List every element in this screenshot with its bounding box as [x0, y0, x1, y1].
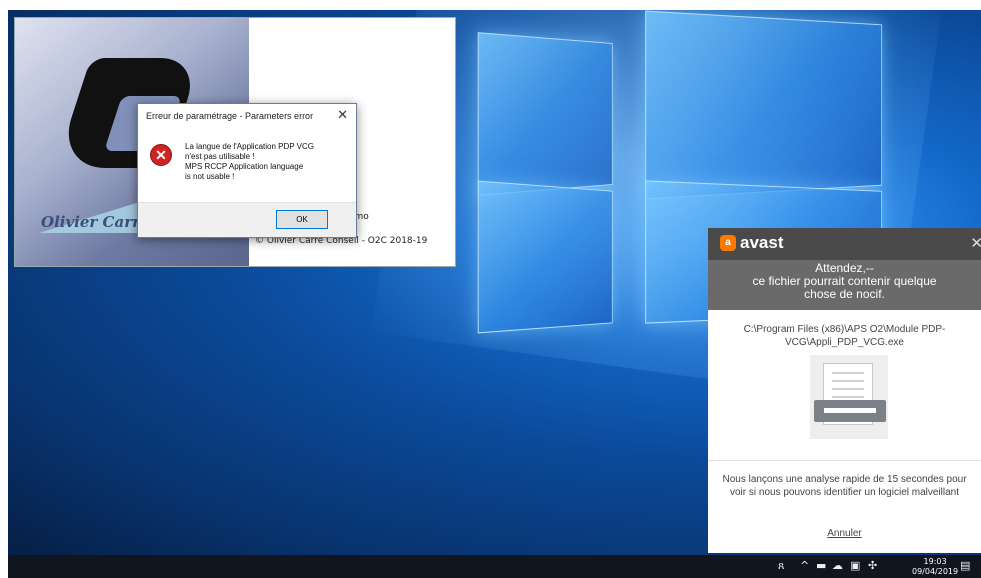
- error-dialog: Erreur de paramétrage - Parameters error…: [137, 103, 357, 238]
- network-icon[interactable]: ▣: [850, 559, 860, 572]
- dialog-close-icon[interactable]: ✕: [337, 107, 348, 123]
- avast-divider: [708, 460, 981, 461]
- avast-header: a avast ✕: [708, 228, 981, 260]
- window-pane-bottom-left: [477, 180, 613, 334]
- cloud-icon[interactable]: ☁: [832, 559, 843, 572]
- dialog-message: La langue de l'Application PDP VCG n'est…: [185, 142, 315, 181]
- document-line: [832, 372, 864, 374]
- avast-brand: avast: [740, 233, 784, 252]
- document-line: [832, 380, 864, 382]
- avast-logo-icon: a: [720, 235, 736, 251]
- taskbar: ጸ ^ ▬ ☁ ▣ ✣ 19:03 09/04/2019 ▤: [8, 555, 981, 578]
- dialog-footer: OK: [138, 202, 356, 237]
- cancel-link[interactable]: Annuler: [708, 528, 981, 539]
- ok-button[interactable]: OK: [276, 210, 328, 229]
- avast-file-path: C:\Program Files (x86)\APS O2\Module PDP…: [743, 324, 946, 348]
- error-icon: ✕: [150, 144, 172, 166]
- clock[interactable]: 19:03 09/04/2019: [912, 557, 958, 577]
- scan-illustration-icon: [810, 355, 888, 439]
- clock-time: 19:03: [923, 557, 947, 566]
- people-icon[interactable]: ጸ: [778, 559, 784, 573]
- clock-date: 09/04/2019: [912, 567, 959, 576]
- avast-warning-line: chose de nocif.: [804, 287, 885, 301]
- chevron-up-icon[interactable]: ^: [800, 559, 809, 572]
- scanner-icon: [814, 400, 886, 422]
- battery-icon[interactable]: ▬: [816, 559, 826, 572]
- document-line: [832, 388, 864, 390]
- avast-close-icon[interactable]: ✕: [970, 234, 981, 252]
- window-pane-top-left: [477, 32, 613, 196]
- bluetooth-icon[interactable]: ✣: [868, 559, 877, 572]
- avast-warning-banner: Attendez,-- ce fichier pourrait contenir…: [708, 260, 981, 310]
- avast-popup: a avast ✕ Attendez,-- ce fichier pourrai…: [708, 228, 981, 553]
- dialog-title: Erreur de paramétrage - Parameters error: [146, 111, 314, 121]
- document-line: [832, 396, 864, 398]
- avast-info-text: Nous lançons une analyse rapide de 15 se…: [722, 474, 967, 498]
- window-pane-top-right: [645, 10, 883, 200]
- scanner-slot: [824, 408, 876, 413]
- notification-icon[interactable]: ▤: [960, 559, 970, 572]
